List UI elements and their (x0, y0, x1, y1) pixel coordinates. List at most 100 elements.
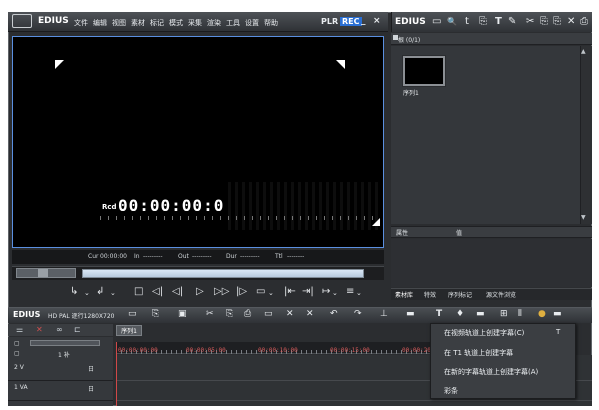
position-slider[interactable] (82, 269, 364, 278)
main-menu: 文件 编辑 视图 素材 标记 模式 采集 渲染 工具 设置 帮助 (74, 18, 278, 28)
tab-effects[interactable]: 特效 (424, 290, 436, 299)
player-mode-button[interactable]: PLR (321, 17, 338, 26)
edit-icon[interactable]: ✎ (508, 16, 516, 27)
menu-clip[interactable]: 素材 (131, 18, 145, 28)
folder-icon[interactable]: ▭ (432, 16, 441, 27)
scroll-down-icon[interactable]: ▼ (581, 214, 586, 221)
set-out-icon[interactable]: ↲ (96, 286, 104, 297)
mixer-icon[interactable]: ⫴ (518, 309, 522, 319)
properties-panel (391, 239, 592, 287)
rewind-icon[interactable]: ◁| (172, 286, 183, 297)
grid-icon[interactable]: ⊞ (500, 309, 508, 319)
chevron-down-icon[interactable]: ⌄ (84, 289, 90, 297)
open-project-icon[interactable]: ⎘ (152, 309, 159, 319)
export-icon[interactable]: ▬ (553, 309, 562, 319)
search-icon[interactable]: 🔍 (447, 17, 457, 26)
fast-forward-icon[interactable]: ▷▷ (214, 286, 229, 297)
ttl-value: -------- (287, 253, 305, 260)
menu-render[interactable]: 渲染 (207, 18, 221, 28)
chevron-down-icon[interactable]: ⌄ (268, 289, 274, 297)
cut-icon[interactable]: ✂ (526, 16, 534, 27)
menu-item-title-on-t1-track[interactable]: 在 T1 轨道上创建字幕 (444, 348, 513, 358)
render-icon[interactable]: ● (538, 309, 546, 319)
video-artifact (228, 182, 378, 230)
up-folder-icon[interactable]: t (465, 16, 469, 27)
menu-capture[interactable]: 采集 (188, 18, 202, 28)
save-icon[interactable]: ▣ (178, 309, 187, 319)
loop-icon[interactable]: ▭ (256, 286, 265, 297)
color-bar-icon[interactable]: ▬ (476, 309, 485, 319)
replace-icon[interactable]: ▭ (264, 309, 273, 319)
view-icon[interactable]: ⎙ (580, 16, 588, 27)
delete-icon[interactable]: ✕ (567, 16, 575, 27)
track-mode-icon[interactable]: ⚌ (16, 325, 23, 334)
menu-view[interactable]: 视图 (112, 18, 126, 28)
chevron-down-icon[interactable]: ⌄ (110, 289, 116, 297)
clip-name: 序列1 (403, 90, 419, 97)
cut-icon[interactable]: ✂ (206, 309, 214, 319)
copy-icon[interactable]: ⎘ (226, 309, 233, 319)
shuttle-knob[interactable] (38, 269, 48, 277)
insert-icon[interactable]: |⇤ (284, 286, 296, 297)
menu-item-title-on-new-track[interactable]: 在新的字幕轨道上创建字幕(A) (444, 367, 538, 377)
link-icon[interactable]: ▬ (406, 309, 415, 319)
stop-icon[interactable]: □ (134, 286, 143, 297)
play-icon[interactable]: ▷ (196, 286, 204, 297)
menu-file[interactable]: 文件 (74, 18, 88, 28)
chevron-down-icon[interactable]: ⌄ (332, 289, 338, 297)
track-head-ctrl[interactable]: ▢ (14, 350, 20, 357)
set-in-icon[interactable]: ↳ (70, 286, 78, 297)
scroll-up-icon[interactable]: ▲ (581, 48, 586, 55)
tab-bin[interactable]: 素材库 (395, 290, 413, 299)
new-sequence-icon[interactable]: ▭ (128, 309, 137, 319)
close-button[interactable]: × (373, 16, 381, 26)
copy-icon[interactable]: ⎘ (540, 16, 548, 27)
menu-icon[interactable]: ≡ (346, 286, 354, 297)
menu-edit[interactable]: 编辑 (93, 18, 107, 28)
track-1va-lock-icon[interactable]: 日 (88, 384, 94, 393)
ruler-tick-label: 00:00:00:00 (118, 347, 158, 354)
track-height-slider[interactable] (30, 340, 100, 346)
tab-source-browser[interactable]: 源文件浏览 (486, 290, 516, 299)
bin-scrollbar[interactable] (580, 46, 592, 224)
audio-icon[interactable]: ♦ (456, 309, 464, 319)
track-2v-lock-icon[interactable]: 日 (88, 364, 94, 373)
ripple-icon[interactable]: ✕ (36, 325, 43, 334)
app-title: EDIUS (38, 16, 69, 26)
sync-lock-icon[interactable]: ∞ (56, 325, 63, 334)
project-settings-label: HD PAL 逐行1280X720 (48, 313, 115, 320)
undo-icon[interactable]: ↶ (330, 309, 338, 319)
playhead[interactable] (116, 342, 117, 406)
menu-help[interactable]: 帮助 (264, 18, 278, 28)
out-label: Out (178, 253, 189, 260)
next-frame-icon[interactable]: |▷ (236, 286, 247, 297)
ripple-delete-icon[interactable]: ✕ (306, 309, 314, 319)
menu-mode[interactable]: 模式 (169, 18, 183, 28)
waveform-icon[interactable]: ⊏ (74, 325, 81, 334)
chevron-down-icon[interactable]: ⌄ (356, 289, 362, 297)
overwrite-icon[interactable]: ⇥| (302, 286, 314, 297)
title-icon[interactable]: T (436, 309, 442, 319)
title-icon[interactable]: T (495, 16, 502, 27)
cur-value: 00:00:00 (100, 253, 127, 260)
menu-item-title-on-video-track[interactable]: 在视频轨道上创建字幕(C) (444, 328, 524, 338)
menu-tools[interactable]: 工具 (226, 18, 240, 28)
track-headers (8, 337, 113, 406)
menu-marker[interactable]: 标记 (150, 18, 164, 28)
track-head-ctrl[interactable]: ▢ (14, 340, 20, 347)
match-frame-icon[interactable]: ↦ (322, 286, 330, 297)
menu-settings[interactable]: 设置 (245, 18, 259, 28)
paste-icon[interactable]: ⎘ (553, 16, 561, 27)
mode-icon[interactable]: ⊥ (380, 309, 388, 319)
paste-icon[interactable]: ⎙ (244, 309, 251, 319)
sequence-tab[interactable]: 序列1 (116, 325, 142, 336)
open-clip-icon[interactable]: ⎘ (479, 16, 487, 27)
tab-sequence-markers[interactable]: 序列标记 (448, 290, 472, 299)
minimize-button[interactable]: _ (361, 16, 366, 26)
delete-icon[interactable]: ✕ (286, 309, 294, 319)
prev-frame-icon[interactable]: ◁| (152, 286, 163, 297)
clip-thumbnail[interactable] (402, 55, 446, 87)
menu-item-color-bars[interactable]: 彩条 (444, 386, 458, 396)
recorder-mode-button[interactable]: REC (340, 17, 362, 26)
redo-icon[interactable]: ↷ (354, 309, 362, 319)
